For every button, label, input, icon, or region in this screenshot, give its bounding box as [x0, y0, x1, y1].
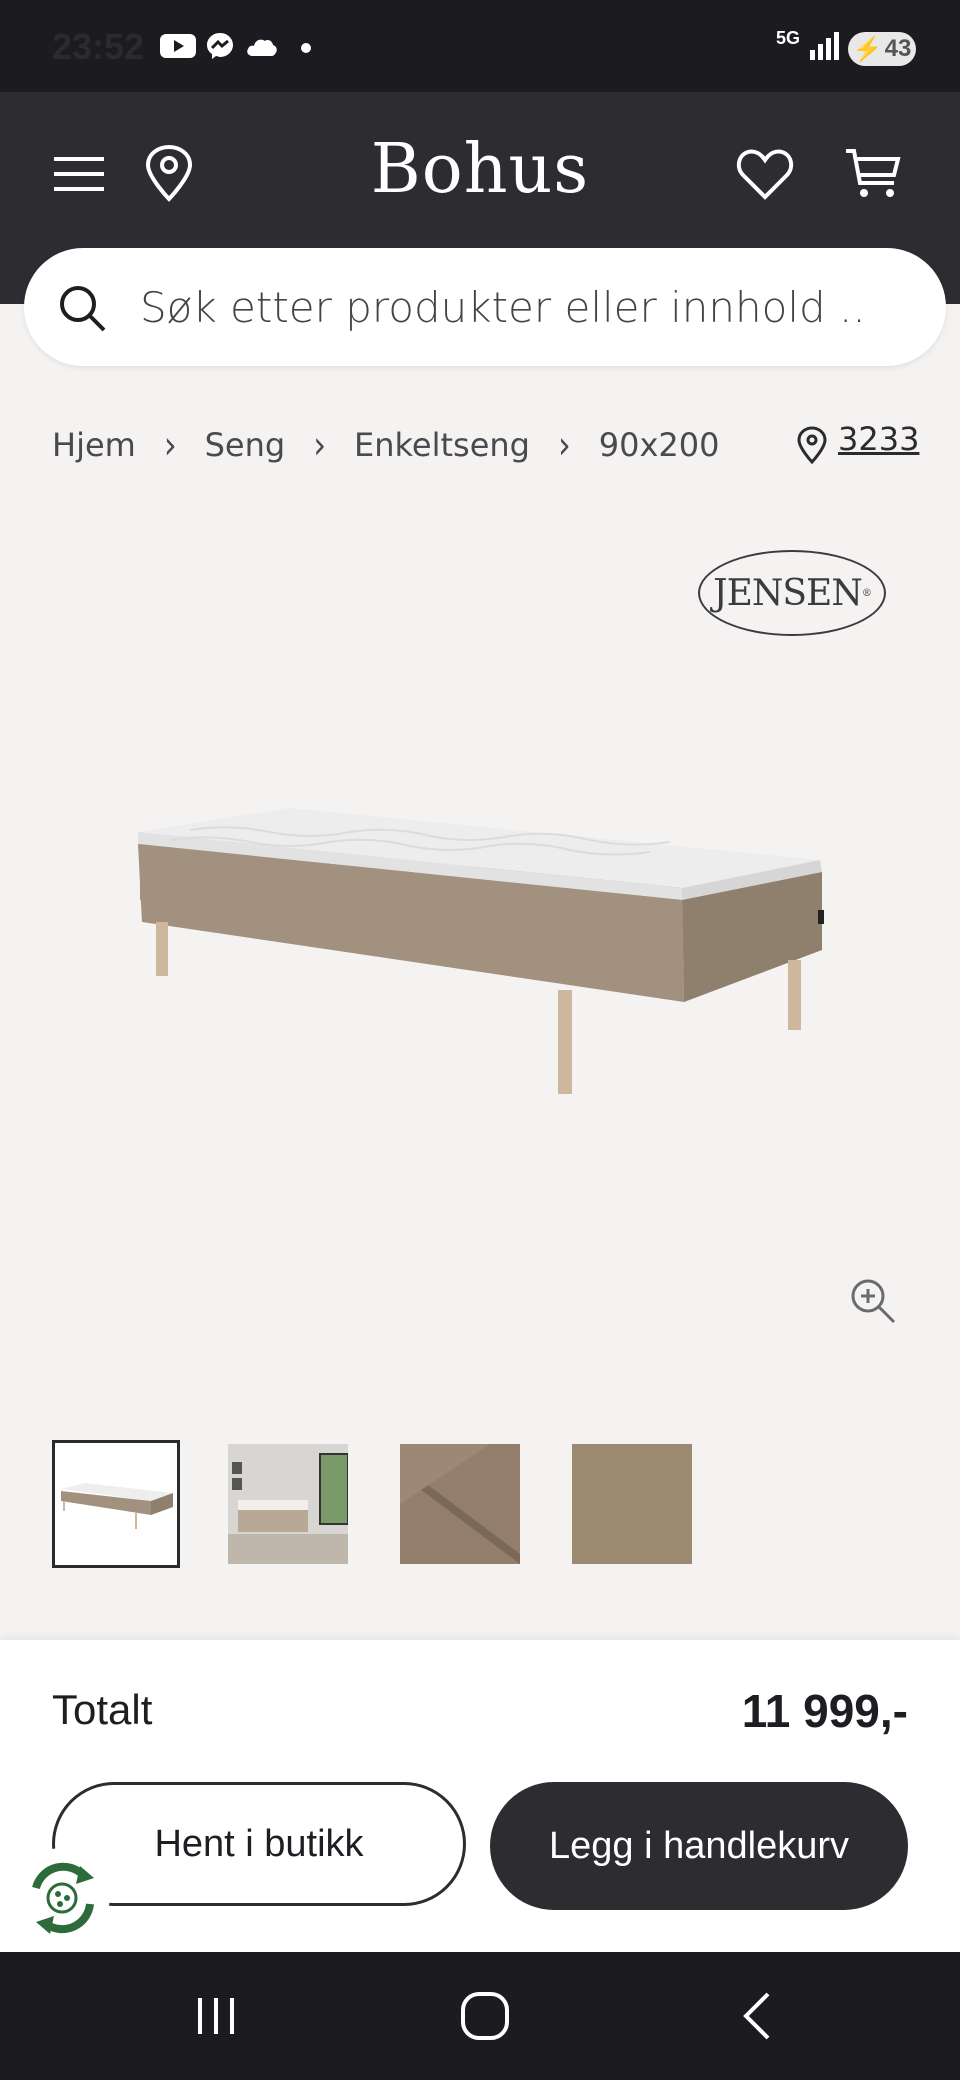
brand-name: JENSEN [713, 572, 863, 614]
chevron-right-icon: › [313, 422, 326, 468]
youtube-icon [160, 34, 196, 58]
messenger-icon [207, 33, 233, 59]
breadcrumb-item-enkeltseng[interactable]: Enkeltseng [354, 426, 530, 464]
cart-icon[interactable] [844, 145, 902, 203]
recent-apps-icon[interactable] [186, 1986, 246, 2046]
home-icon[interactable] [455, 1986, 515, 2046]
product-image[interactable] [130, 790, 830, 1120]
zoom-in-icon[interactable] [848, 1276, 900, 1328]
pickup-in-store-button[interactable]: Hent i butikk [52, 1782, 466, 1906]
breadcrumb-item-seng[interactable]: Seng [205, 426, 286, 464]
back-icon[interactable] [728, 1986, 788, 2046]
store-number-link[interactable]: 3233 [838, 420, 919, 458]
breadcrumb-item-size: 90x200 [598, 426, 720, 464]
battery-charging-icon: ⚡ 43 [848, 32, 916, 66]
battery-level: 43 [884, 35, 912, 62]
signal-icon [810, 32, 839, 60]
search-icon [60, 286, 106, 332]
add-to-cart-button[interactable]: Legg i handlekurv [490, 1782, 908, 1910]
total-label: Totalt [52, 1686, 153, 1733]
status-time: 23:52 [52, 26, 145, 67]
search-placeholder: Søk etter produkter eller innhold .. [140, 283, 866, 332]
bohus-logo[interactable]: Bohus [0, 130, 960, 209]
dot-icon [301, 43, 311, 53]
fabric-fold-thumb[interactable] [400, 1444, 520, 1564]
cloud-icon [247, 39, 277, 56]
total-price: 11 999,- [741, 1685, 908, 1737]
bed-product-thumb[interactable] [52, 1440, 180, 1568]
breadcrumb-item-hjem[interactable]: Hjem [52, 426, 136, 464]
heart-icon[interactable] [736, 145, 794, 203]
store-location-icon [797, 426, 827, 465]
breadcrumb: Hjem › Seng › Enkeltseng › 90x200 [52, 420, 720, 470]
recycle-icon[interactable] [14, 1848, 110, 1944]
network-type: 5G [776, 28, 801, 48]
bedroom-scene-thumb[interactable] [228, 1444, 348, 1564]
chevron-right-icon: › [557, 422, 571, 468]
fabric-swatch-thumb[interactable] [572, 1444, 692, 1564]
chevron-right-icon: › [163, 422, 177, 468]
brand-logo: JENSEN ® [698, 550, 886, 636]
